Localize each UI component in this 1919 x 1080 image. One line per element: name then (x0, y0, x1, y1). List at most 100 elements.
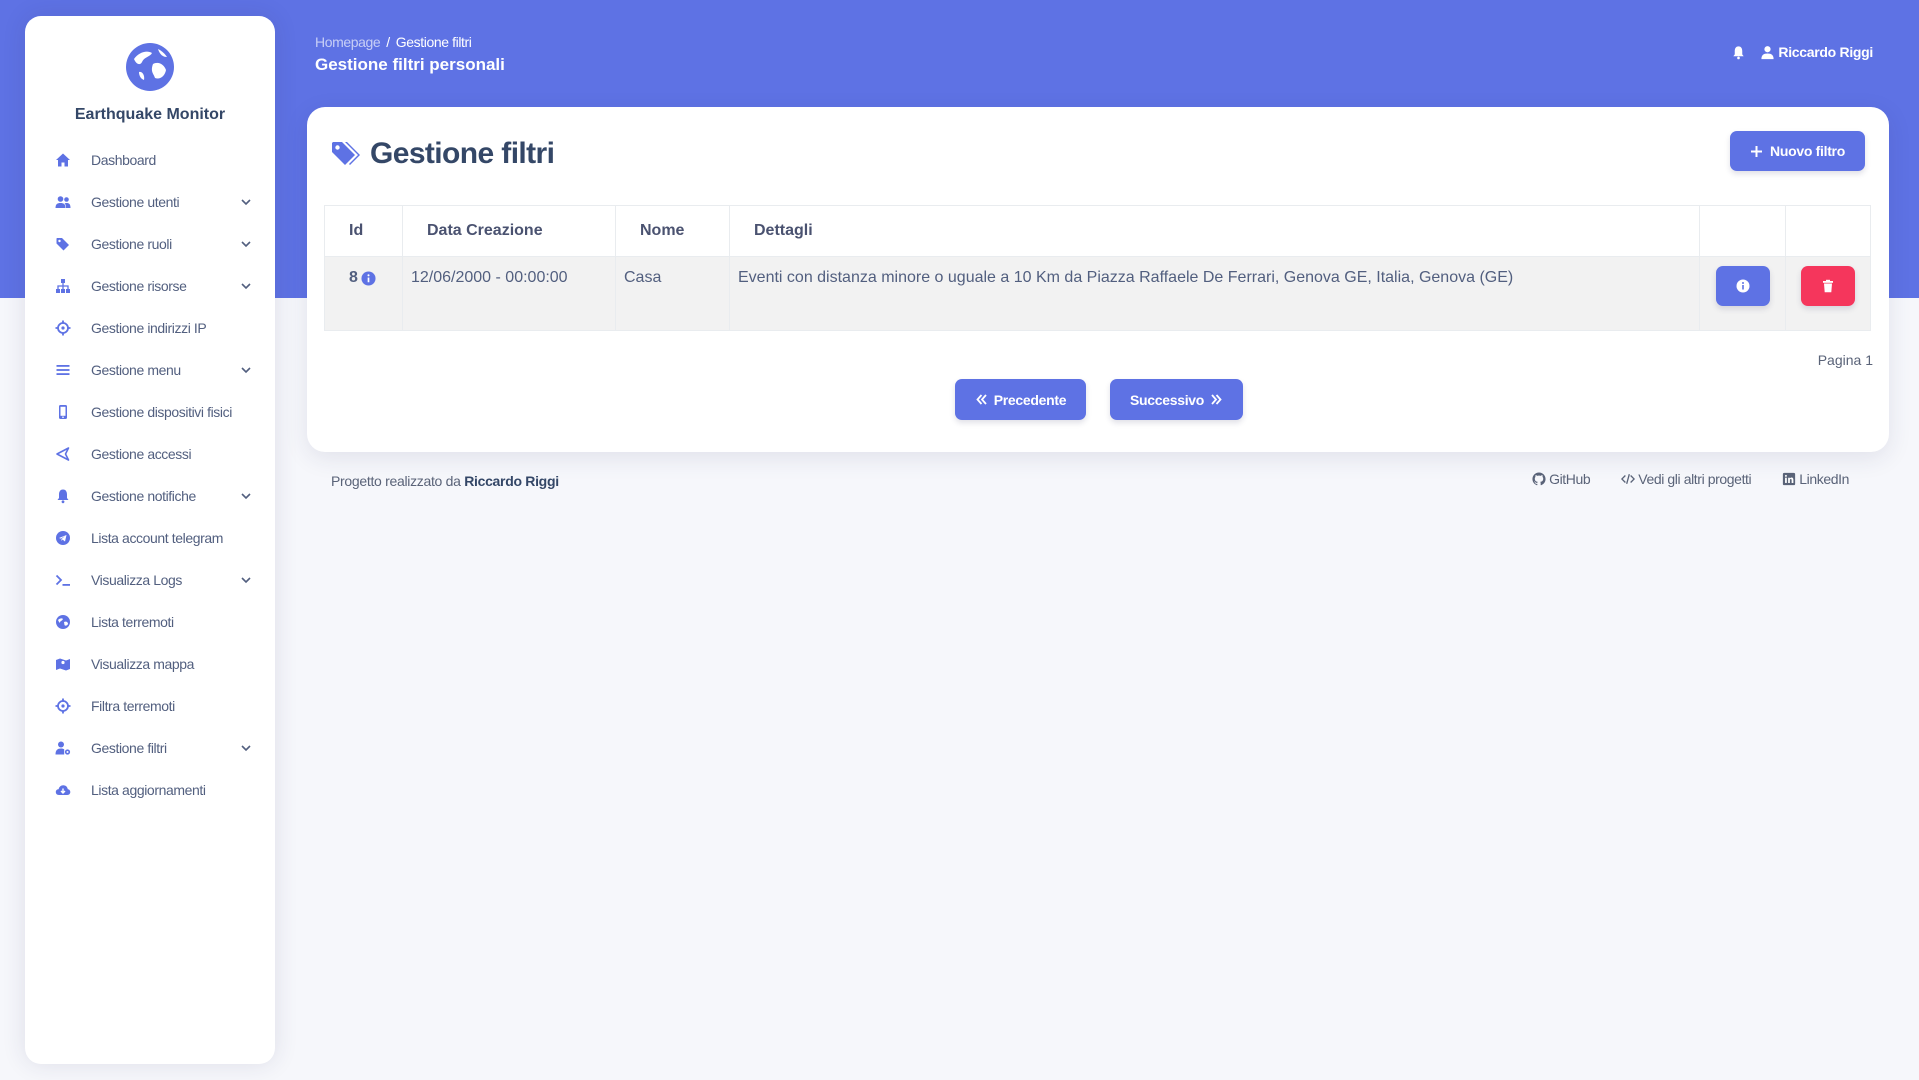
sidebar-item-label: Gestione menu (91, 362, 181, 378)
plus-icon (1751, 145, 1763, 157)
new-filter-button[interactable]: Nuovo filtro (1730, 131, 1865, 171)
chevron-down-icon (241, 577, 251, 584)
sidebar-item-lista-terremoti[interactable]: Lista terremoti (25, 601, 275, 643)
breadcrumb: Homepage / Gestione filtri (315, 34, 472, 50)
globe-icon (54, 613, 72, 631)
mobile-icon (54, 403, 72, 421)
previous-label: Precedente (993, 391, 1067, 408)
new-filter-label: Nuovo filtro (1770, 143, 1845, 159)
map-icon (54, 655, 72, 673)
sidebar-item-dashboard[interactable]: Dashboard (25, 139, 275, 181)
credit-prefix: Progetto realizzato da (331, 473, 461, 489)
github-link[interactable]: GitHub (1532, 471, 1591, 487)
sidebar-item-gestione-filtri[interactable]: Gestione filtri (25, 727, 275, 769)
user-menu: Riccardo Riggi (1731, 44, 1873, 60)
sidebar-item-visualizza-logs[interactable]: Visualizza Logs (25, 559, 275, 601)
info-button[interactable] (1715, 266, 1770, 306)
sidebar-item-label: Gestione accessi (91, 446, 192, 462)
column-header-name: Nome (615, 205, 730, 257)
user-name-link[interactable]: Riccardo Riggi (1778, 44, 1873, 60)
column-header-info-action (1699, 205, 1786, 257)
sidebar-item-label: Visualizza mappa (91, 656, 195, 672)
sidebar-item-gestione-notifiche[interactable]: Gestione notifiche (25, 475, 275, 517)
sidebar-item-label: Gestione indirizzi IP (91, 320, 207, 336)
cell-info-action (1699, 256, 1786, 331)
linkedin-icon (1783, 472, 1796, 486)
page-indicator: Pagina 1 (1817, 352, 1873, 368)
sidebar-nav: Dashboard Gestione utenti Gestione ruoli… (25, 139, 275, 811)
footer-credit: Progetto realizzato da Riccardo Riggi (331, 473, 559, 489)
home-icon (54, 151, 72, 169)
bell-icon (54, 487, 72, 505)
sidebar-item-lista-aggiornamenti[interactable]: Lista aggiornamenti (25, 769, 275, 811)
delete-button[interactable] (1801, 266, 1855, 306)
cell-name: Casa (615, 256, 730, 331)
next-page-button[interactable]: Successivo (1110, 379, 1243, 420)
info-circle-icon[interactable] (361, 270, 376, 286)
cell-id: 8 (324, 256, 403, 331)
sidebar-item-label: Dashboard (91, 152, 156, 168)
sidebar-item-label: Gestione dispositivi fisici (91, 404, 232, 420)
sidebar-item-gestione-risorse[interactable]: Gestione risorse (25, 265, 275, 307)
sidebar-item-gestione-utenti[interactable]: Gestione utenti (25, 181, 275, 223)
chevron-down-icon (241, 241, 251, 248)
sitemap-icon (54, 277, 72, 295)
sidebar-item-label: Gestione ruoli (91, 236, 172, 252)
sidebar-item-label: Lista terremoti (91, 614, 174, 630)
sidebar-item-lista-account-telegram[interactable]: Lista account telegram (25, 517, 275, 559)
cell-delete-action (1785, 256, 1871, 331)
column-header-details: Dettagli (729, 205, 1700, 257)
tags-icon (332, 142, 360, 165)
credit-author[interactable]: Riccardo Riggi (464, 473, 559, 489)
sidebar-item-filtra-terremoti[interactable]: Filtra terremoti (25, 685, 275, 727)
cell-date: 12/06/2000 - 00:00:00 (402, 256, 616, 331)
terminal-icon (54, 571, 72, 589)
linkedin-link[interactable]: LinkedIn (1782, 471, 1849, 487)
sidebar-item-gestione-ruoli[interactable]: Gestione ruoli (25, 223, 275, 265)
brand[interactable]: Earthquake Monitor (25, 16, 275, 124)
breadcrumb-current: Gestione filtri (395, 34, 472, 50)
column-header-date: Data Creazione (402, 205, 616, 257)
globe-logo-icon (126, 43, 174, 91)
crosshairs-icon (54, 319, 72, 337)
sidebar: Earthquake Monitor Dashboard Gestione ut… (25, 16, 275, 1064)
chevron-down-icon (241, 367, 251, 374)
breadcrumb-home-link[interactable]: Homepage (315, 34, 381, 50)
code-icon (1621, 474, 1636, 484)
other-projects-label: Vedi gli altri progetti (1638, 471, 1752, 487)
previous-page-button[interactable]: Precedente (955, 379, 1086, 420)
filters-table: Id Data Creazione Nome Dettagli 8 12/06/… (324, 205, 1871, 331)
sidebar-item-label: Visualizza Logs (91, 572, 183, 588)
crosshairs-icon (54, 697, 72, 715)
sidebar-item-label: Gestione filtri (91, 740, 167, 756)
sidebar-item-visualizza-mappa[interactable]: Visualizza mappa (25, 643, 275, 685)
next-label: Successivo (1129, 391, 1205, 408)
sidebar-item-label: Gestione utenti (91, 194, 180, 210)
table-row: 8 12/06/2000 - 00:00:00 Casa Eventi con … (324, 256, 1871, 331)
trash-icon (1823, 279, 1833, 293)
sidebar-item-label: Gestione notifiche (91, 488, 196, 504)
sidebar-item-gestione-menu[interactable]: Gestione menu (25, 349, 275, 391)
notifications-bell-icon[interactable] (1731, 45, 1746, 60)
table-header-row: Id Data Creazione Nome Dettagli (324, 205, 1871, 257)
github-icon (1532, 472, 1546, 486)
chevron-down-icon (241, 199, 251, 206)
breadcrumb-separator: / (386, 34, 390, 50)
sidebar-item-gestione-indirizzi-ip[interactable]: Gestione indirizzi IP (25, 307, 275, 349)
sidebar-item-gestione-dispositivi-fisici[interactable]: Gestione dispositivi fisici (25, 391, 275, 433)
double-chevron-right-icon (1211, 394, 1222, 405)
other-projects-link[interactable]: Vedi gli altri progetti (1621, 471, 1752, 487)
chevron-down-icon (241, 745, 251, 752)
filters-card: Gestione filtri Nuovo filtro Id Data Cre… (307, 107, 1889, 452)
sidebar-item-gestione-accessi[interactable]: Gestione accessi (25, 433, 275, 475)
sidebar-item-label: Lista aggiornamenti (91, 782, 206, 798)
cell-details: Eventi con distanza minore o uguale a 10… (729, 256, 1700, 331)
bars-icon (54, 361, 72, 379)
satellite-dish-icon (54, 445, 72, 463)
footer-links: GitHub Vedi gli altri progetti LinkedIn (1501, 471, 1849, 487)
linkedin-label: LinkedIn (1799, 471, 1849, 487)
cloud-download-icon (54, 781, 72, 799)
info-circle-icon (1736, 279, 1749, 293)
filter-id: 8 (349, 269, 358, 286)
telegram-icon (54, 529, 72, 547)
